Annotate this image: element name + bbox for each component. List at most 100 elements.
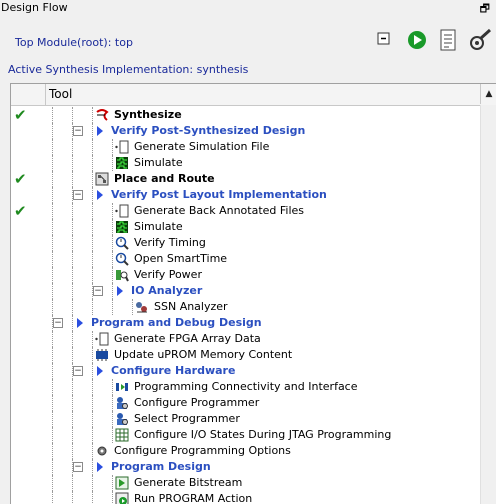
tree-item-label[interactable]: SSN Analyzer xyxy=(154,300,228,313)
tree-item-label[interactable]: Configure Programming Options xyxy=(114,444,291,457)
collapse-toggle-icon[interactable]: − xyxy=(93,286,103,296)
tree-guide-line xyxy=(92,123,93,139)
tree-item-label[interactable]: Verify Timing xyxy=(134,236,206,249)
tree-item-label[interactable]: IO Analyzer xyxy=(131,284,202,297)
tool-column-header[interactable]: Tool xyxy=(49,87,72,101)
tree-item-label[interactable]: Generate Back Annotated Files xyxy=(134,204,304,217)
collapse-toggle-icon[interactable]: − xyxy=(73,366,83,376)
tree-guide-line xyxy=(72,283,73,299)
tree-item-label[interactable]: Configure Programmer xyxy=(134,396,259,409)
tree-row[interactable]: Run PROGRAM Action xyxy=(11,491,481,504)
collapse-toggle-icon[interactable]: − xyxy=(73,190,83,200)
collapse-all-icon[interactable] xyxy=(376,28,402,54)
tree-item-label[interactable]: Update uPROM Memory Content xyxy=(114,348,292,361)
tree-item-label[interactable]: Verify Power xyxy=(134,268,202,281)
tree-item-label[interactable]: Configure I/O States During JTAG Program… xyxy=(134,428,391,441)
tree-row[interactable]: − Verify Post-Synthesized Design xyxy=(11,123,481,139)
tree-item-label[interactable]: Generate Bitstream xyxy=(134,476,242,489)
run-icon[interactable] xyxy=(406,28,432,54)
scroll-up-arrow-icon[interactable]: ▲ xyxy=(480,84,496,104)
tree-item-label[interactable]: Simulate xyxy=(134,220,183,233)
tree-guide-line xyxy=(92,411,93,427)
tree-item-label[interactable]: Synthesize xyxy=(114,108,182,121)
tree-item-label[interactable]: Generate FPGA Array Data xyxy=(114,332,261,345)
waveform-icon xyxy=(115,220,129,234)
expand-arrow-icon[interactable] xyxy=(97,190,103,200)
tree-row[interactable]: Programming Connectivity and Interface xyxy=(11,379,481,395)
tree-row[interactable]: Configure Programmer xyxy=(11,395,481,411)
expand-arrow-icon[interactable] xyxy=(97,462,103,472)
tree-row[interactable]: Verify Timing xyxy=(11,235,481,251)
tree-guide-line xyxy=(112,491,113,504)
tree-guide-line xyxy=(52,459,53,475)
expand-arrow-icon[interactable] xyxy=(97,366,103,376)
tree-row[interactable]: Generate Simulation File xyxy=(11,139,481,155)
tree-guide-line xyxy=(52,123,53,139)
options-icon[interactable] xyxy=(468,28,494,54)
tree-item-label[interactable]: Open SmartTime xyxy=(134,252,227,265)
tree-guide-line xyxy=(92,187,93,203)
design-flow-tree: Tool ▲ ✔ Synthesize − Verify Post-Synthesiz… xyxy=(10,83,496,504)
collapse-toggle-icon[interactable]: − xyxy=(53,318,63,328)
tree-item-label[interactable]: Program Design xyxy=(111,460,211,473)
vertical-scrollbar[interactable] xyxy=(480,105,496,504)
tree-item-label[interactable]: Programming Connectivity and Interface xyxy=(134,380,358,393)
top-module-label: Top Module(root): top xyxy=(15,36,133,49)
tree-row[interactable]: ✔ Synthesize xyxy=(11,106,481,124)
tree-row[interactable]: Simulate xyxy=(11,219,481,235)
tree-item-label[interactable]: Verify Post Layout Implementation xyxy=(111,188,327,201)
run-program-icon xyxy=(115,492,129,504)
tree-guide-line xyxy=(52,267,53,283)
tree-guide-line xyxy=(112,427,113,443)
tree-row[interactable]: Generate Bitstream xyxy=(11,475,481,491)
tree-guide-line xyxy=(92,331,93,347)
tree-row[interactable]: Update uPROM Memory Content xyxy=(11,347,481,363)
tree-guide-line xyxy=(112,395,113,411)
tree-row[interactable]: − Program and Debug Design xyxy=(11,315,481,331)
expand-arrow-icon[interactable] xyxy=(97,126,103,136)
tree-guide-line xyxy=(112,235,113,251)
tree-row[interactable]: − IO Analyzer xyxy=(11,283,481,299)
tree-guide-line xyxy=(72,411,73,427)
report-icon[interactable] xyxy=(436,28,462,54)
tree-row[interactable]: SSN Analyzer xyxy=(11,299,481,315)
tree-item-label[interactable]: Generate Simulation File xyxy=(134,140,269,153)
restore-icon[interactable]: 🗗 xyxy=(480,0,490,19)
tree-row[interactable]: − Program Design xyxy=(11,459,481,475)
tree-guide-line xyxy=(52,363,53,379)
tree-guide-line xyxy=(72,379,73,395)
collapse-toggle-icon[interactable]: − xyxy=(73,126,83,136)
tree-guide-line xyxy=(52,443,53,459)
expand-arrow-icon[interactable] xyxy=(117,286,123,296)
tree-row[interactable]: Configure I/O States During JTAG Program… xyxy=(11,427,481,443)
tree-row[interactable]: Generate FPGA Array Data xyxy=(11,331,481,347)
tree-row[interactable]: Select Programmer xyxy=(11,411,481,427)
tree-item-label[interactable]: Configure Hardware xyxy=(111,364,235,377)
tree-item-label[interactable]: Select Programmer xyxy=(134,412,240,425)
tree-guide-line xyxy=(112,299,113,315)
tree-guide-line xyxy=(92,459,93,475)
tree-row[interactable]: − Verify Post Layout Implementation xyxy=(11,187,481,203)
tree-row[interactable]: ✔ Place and Route xyxy=(11,170,481,188)
collapse-toggle-icon[interactable]: − xyxy=(73,462,83,472)
tree-guide-line xyxy=(72,235,73,251)
tree-guide-line xyxy=(52,427,53,443)
tree-item-label[interactable]: Program and Debug Design xyxy=(91,316,262,329)
programmer-icon xyxy=(115,396,129,410)
tree-item-label[interactable]: Verify Post-Synthesized Design xyxy=(111,124,305,137)
tree-guide-line xyxy=(132,299,133,315)
tree-guide-line xyxy=(72,171,73,187)
tree-item-label[interactable]: Simulate xyxy=(134,156,183,169)
tree-row[interactable]: − Configure Hardware xyxy=(11,363,481,379)
tree-item-label[interactable]: Run PROGRAM Action xyxy=(134,492,252,504)
tree-row[interactable]: Verify Power xyxy=(11,267,481,283)
expand-arrow-icon[interactable] xyxy=(77,318,83,328)
tree-row[interactable]: Open SmartTime xyxy=(11,251,481,267)
tree-row[interactable]: ✔ Generate Back Annotated Files xyxy=(11,202,481,220)
io-states-icon xyxy=(115,428,129,442)
tree-row[interactable]: Configure Programming Options xyxy=(11,443,481,459)
status-column-header[interactable] xyxy=(11,84,46,105)
tree-row[interactable]: Simulate xyxy=(11,155,481,171)
tree-guide-line xyxy=(52,235,53,251)
tree-item-label[interactable]: Place and Route xyxy=(114,172,215,185)
